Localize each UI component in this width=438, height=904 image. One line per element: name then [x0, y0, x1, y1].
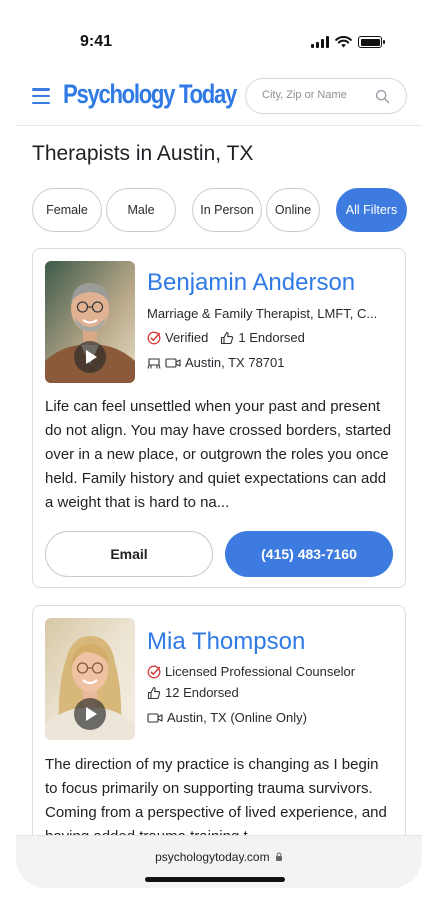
cellular-signal-icon [311, 36, 329, 48]
verified-title-row: Licensed Professional Counselor [147, 664, 355, 679]
url-row[interactable]: psychologytoday.com [16, 850, 422, 864]
endorsed-count: 12 Endorsed [165, 685, 239, 700]
therapist-name[interactable]: Mia Thompson [147, 628, 305, 656]
video-icon [147, 712, 163, 723]
all-filters-button[interactable]: All Filters [336, 188, 407, 232]
therapist-name[interactable]: Benjamin Anderson [147, 269, 355, 297]
play-video-icon[interactable] [74, 698, 106, 730]
location-text: Austin, TX 78701 [185, 355, 285, 370]
filter-online[interactable]: Online [266, 188, 320, 232]
location-row: Austin, TX (Online Only) [147, 710, 307, 725]
verified-endorsed-row: Verified 1 Endorsed [147, 330, 305, 345]
psychology-today-logo[interactable]: Psychology Today [63, 79, 237, 110]
battery-icon [358, 36, 385, 48]
thumbs-up-icon [147, 686, 161, 699]
in-person-icon [147, 357, 161, 369]
endorsed-row: 12 Endorsed [147, 685, 239, 700]
search-icon [375, 89, 390, 104]
page-title: Therapists in Austin, TX [32, 142, 254, 165]
status-bar: 9:41 [16, 0, 422, 70]
endorsed-count: 1 Endorsed [238, 330, 305, 345]
thumbs-up-icon [221, 331, 234, 344]
search-placeholder: City, Zip or Name [262, 89, 347, 101]
therapist-bio[interactable]: Life can feel unsettled when your past a… [45, 395, 395, 517]
verified-label: Verified [165, 330, 209, 345]
verified-check-icon [147, 665, 161, 678]
browser-address-bar[interactable]: psychologytoday.com [16, 835, 422, 888]
call-button[interactable]: (415) 483-7160 [225, 531, 393, 577]
location-row: Austin, TX 78701 [147, 355, 285, 370]
verified-check-icon [147, 331, 161, 344]
phone-screen: 9:41 Psychology Today City, Zip or Name … [16, 0, 422, 888]
menu-icon[interactable] [32, 88, 50, 104]
lock-icon [275, 852, 282, 861]
filter-female[interactable]: Female [32, 188, 102, 232]
email-button[interactable]: Email [45, 531, 213, 577]
home-indicator[interactable] [145, 877, 285, 882]
filter-male[interactable]: Male [106, 188, 176, 232]
location-text: Austin, TX (Online Only) [167, 710, 307, 725]
status-icons [311, 36, 385, 48]
therapist-card[interactable]: Mia Thompson Licensed Professional Couns… [32, 605, 406, 865]
therapist-card[interactable]: Benjamin Anderson Marriage & Family Ther… [32, 248, 406, 588]
filter-chips: Female Male In Person Online All Filters [16, 188, 422, 232]
therapist-credentials: Marriage & Family Therapist, LMFT, C... [147, 306, 378, 321]
search-input[interactable]: City, Zip or Name [245, 78, 407, 114]
video-icon [165, 357, 181, 368]
wifi-icon [335, 36, 352, 48]
therapist-photo[interactable] [45, 261, 135, 383]
site-header: Psychology Today City, Zip or Name [16, 70, 422, 126]
filter-in-person[interactable]: In Person [192, 188, 262, 232]
url-text: psychologytoday.com [155, 850, 270, 864]
therapist-credentials: Licensed Professional Counselor [165, 664, 356, 679]
play-video-icon[interactable] [74, 341, 106, 373]
status-time: 9:41 [80, 33, 113, 50]
therapist-photo[interactable] [45, 618, 135, 740]
